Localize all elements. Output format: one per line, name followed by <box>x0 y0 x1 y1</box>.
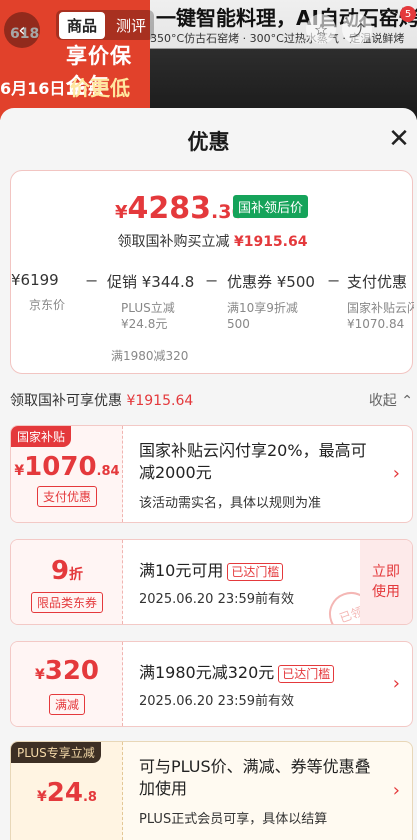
back-button[interactable]: ‹ <box>4 12 40 48</box>
discount-desc-text: 领取国补购买立减 <box>117 234 230 250</box>
calc-amount: 支付优惠 <box>347 273 408 291</box>
share-button[interactable]: ⤴ <box>342 14 372 44</box>
discount-description: 领取国补购买立减 ¥1915.64 <box>11 231 414 251</box>
tab-product[interactable]: 商品 <box>59 11 106 39</box>
coupon-number: 320 <box>44 656 100 686</box>
coupon-validity: 2025.06.20 23:59前有效 <box>139 592 295 607</box>
collapse-label: 收起 <box>368 393 397 409</box>
coupon-number: 24 <box>46 778 83 808</box>
chevron-right-icon: › <box>392 673 400 694</box>
calc-amount: 促销 ¥344.8 <box>107 273 195 291</box>
coupon-type-tag: 限品类东券 <box>11 592 123 613</box>
banner-lower-price: 价更低 <box>70 76 130 100</box>
threshold-badge: 已达门槛 <box>227 562 284 581</box>
coupon-number: 1070 <box>24 452 97 482</box>
calc-label: 京东价 <box>29 298 66 312</box>
coupon-unit: 折 <box>69 567 84 583</box>
coupon-currency: ¥ <box>14 463 25 479</box>
calc-payment: 支付优惠 国家补贴云闪 ¥1070.84 <box>347 271 414 332</box>
coupon-title: 满10元可用 已达门槛 <box>139 560 379 582</box>
calc-extra-note: 满1980减320 <box>111 349 189 363</box>
price-summary-card: ¥4283.36 国补领后价 领取国补购买立减 ¥1915.64 ¥6199 京… <box>10 170 414 374</box>
share-icon: ⤴ <box>348 21 365 40</box>
coupon-discount-9[interactable]: 9折 限品类东券 满10元可用 已达门槛 2025.06.20 23:59前有效 … <box>10 539 413 625</box>
offers-total-amount: ¥1915.64 <box>126 393 194 409</box>
coupon-title: 可与PLUS价、满减、券等优惠叠加使用 <box>139 757 371 798</box>
coupon-validity: 2025.06.20 23:59前有效 <box>139 694 295 709</box>
coupon-corner-label: PLUS专享立减 <box>11 742 101 763</box>
coupon-full-reduction[interactable]: ¥320 满减 满1980元减320元 已达门槛 2025.06.20 23:59… <box>10 641 413 727</box>
coupon-type-label: 限品类东券 <box>30 592 103 613</box>
offers-list-header: 领取国补可享优惠 ¥1915.64 收起 ⌃ <box>10 390 413 412</box>
star-icon: ☆ <box>313 19 329 39</box>
calc-coupon: 优惠券 ¥500 满10享9折减 500 <box>227 271 315 332</box>
offers-total: 领取国补可享优惠 ¥1915.64 <box>10 390 193 410</box>
price-integer: 4283 <box>127 191 212 226</box>
hero-headline: 一键智能料理，AI自动石窑烤 <box>156 6 417 30</box>
calc-label: PLUS立减 ¥24.8元 <box>107 300 194 332</box>
favorite-button[interactable]: ☆ <box>306 14 336 44</box>
coupon-amount: 9折 <box>11 556 123 586</box>
calc-label: 国家补贴云闪 ¥1070.84 <box>347 300 414 332</box>
collapse-button[interactable]: 收起 ⌃ <box>369 390 413 410</box>
price-calculation[interactable]: ¥6199 京东价 − 促销 ¥344.8 PLUS立减 ¥24.8元 − 优惠… <box>11 271 414 371</box>
coupon-national-subsidy[interactable]: 国家补贴 ¥1070.84 支付优惠 国家补贴云闪付享20%，最高可减2000元… <box>10 425 413 523</box>
calc-amount: ¥6199 <box>11 271 59 289</box>
calc-label-line1: 满10享9折减 <box>227 301 298 315</box>
coupon-amount: ¥1070.84 <box>11 452 123 482</box>
calc-label-line2: 500 <box>227 317 250 331</box>
coupon-type-tag: 满减 <box>11 694 123 715</box>
calc-label: 满10享9折减 500 <box>227 300 315 332</box>
discount-desc-amount: ¥1915.64 <box>233 234 308 250</box>
offers-sheet: 优惠 ✕ ¥4283.36 国补领后价 领取国补购买立减 ¥1915.64 ¥6… <box>0 108 417 840</box>
calc-label-line2: ¥24.8元 <box>121 317 168 331</box>
tab-review[interactable]: 测评 <box>108 15 154 36</box>
coupon-amount: ¥320 <box>11 656 123 686</box>
calc-label-line1: PLUS立减 <box>121 301 175 315</box>
top-tabs: 商品 测评 <box>56 10 155 40</box>
sheet-title: 优惠 <box>187 130 230 154</box>
coupon-title-text: 满1980元减320元 <box>139 663 275 682</box>
calc-jd-price: ¥6199 京东价 <box>11 271 65 313</box>
threshold-badge: 已达门槛 <box>278 664 335 683</box>
coupon-currency: ¥ <box>37 789 47 805</box>
price-tag: 国补领后价 <box>233 195 309 218</box>
currency-symbol: ¥ <box>115 202 128 223</box>
coupon-title: 满1980元减320元 已达门槛 <box>139 662 379 684</box>
coupon-title: 国家补贴云闪付享20%，最高可减2000元 <box>139 441 367 482</box>
coupon-subtitle: 该活动需实名，具体以规则为准 <box>139 496 322 511</box>
coupon-type-tag: 支付优惠 <box>11 486 123 507</box>
coupon-type-label: 支付优惠 <box>36 486 97 507</box>
coupon-title-text: 满10元可用 <box>139 561 224 580</box>
cart-badge: 5 <box>400 6 416 22</box>
coupon-currency: ¥ <box>34 667 45 683</box>
minus-operator: − <box>85 271 99 290</box>
calc-promotion: 促销 ¥344.8 PLUS立减 ¥24.8元 <box>107 271 194 332</box>
calc-amount: 优惠券 ¥500 <box>227 273 315 291</box>
chevron-up-icon: ⌃ <box>401 393 413 409</box>
coupon-subtitle: PLUS正式会员可享，具体以结算 <box>139 812 328 827</box>
chevron-right-icon: › <box>392 780 400 801</box>
coupon-amount: ¥24.8 <box>11 778 123 808</box>
calc-label-line2: ¥1070.84 <box>347 317 405 331</box>
offers-total-label: 领取国补可享优惠 <box>10 393 122 409</box>
coupon-type-label: 满减 <box>48 694 85 715</box>
minus-operator: − <box>205 271 219 290</box>
coupon-decimal: .84 <box>96 464 120 479</box>
coupon-number: 9 <box>50 556 70 586</box>
minus-operator: − <box>327 271 341 290</box>
use-now-button[interactable]: 立即使用 <box>360 540 412 624</box>
final-price: ¥4283.36 <box>115 191 245 226</box>
coupon-corner-label: 国家补贴 <box>11 426 72 447</box>
close-icon: ✕ <box>388 124 410 154</box>
close-button[interactable]: ✕ <box>386 126 412 152</box>
coupon-plus-member[interactable]: PLUS专享立减 ¥24.8 可与PLUS价、满减、券等优惠叠加使用 PLUS正… <box>10 741 413 840</box>
calc-label-line1: 国家补贴云闪 <box>347 301 414 315</box>
chevron-left-icon: ‹ <box>18 19 26 41</box>
product-hero: 一键智能料理，AI自动石窑烤 350°C仿古石窑烤 · 300°C过热水蒸气 ·… <box>150 0 417 120</box>
chevron-right-icon: › <box>392 463 400 484</box>
coupon-decimal: .8 <box>82 790 97 805</box>
